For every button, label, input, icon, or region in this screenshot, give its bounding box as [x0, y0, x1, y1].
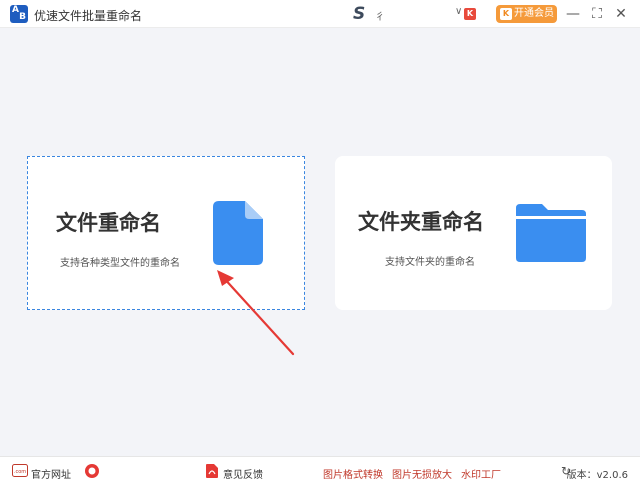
user-name: 彳 — [375, 12, 385, 23]
folder-icon — [516, 204, 586, 262]
feedback-link[interactable]: 意见反馈 — [223, 466, 263, 481]
image-lossless-upscale-link[interactable]: 图片无损放大 — [392, 466, 452, 481]
file-icon — [213, 201, 263, 265]
member-badge-icon: K — [464, 8, 476, 20]
folder-rename-card[interactable]: 文件夹重命名 支持文件夹的重命名 — [335, 156, 612, 310]
chevron-down-icon[interactable]: ∨ — [455, 6, 462, 17]
website-icon: .com — [12, 464, 28, 477]
customer-service-icon[interactable] — [84, 463, 100, 479]
folder-rename-subtitle: 支持文件夹的重命名 — [385, 257, 475, 268]
file-rename-title: 文件重命名 — [56, 211, 161, 235]
pdf-feedback-icon — [206, 464, 218, 478]
vip-crown-icon: K — [500, 8, 512, 20]
app-logo-letter-b: B — [19, 12, 26, 22]
app-logo-icon: A B — [10, 5, 28, 23]
open-vip-button[interactable]: K 开通会员 — [496, 5, 557, 23]
watermark-factory-link[interactable]: 水印工厂 — [461, 466, 501, 481]
red-arrow-annotation — [217, 270, 295, 356]
title-bar: A B 优速文件批量重命名 S 彳 ∨ K K 开通会员 — ⛶ ✕ — [0, 0, 640, 28]
file-rename-subtitle: 支持各种类型文件的重命名 — [60, 258, 180, 269]
app-logo-letter-a: A — [12, 5, 19, 15]
minimize-button[interactable]: — — [563, 4, 583, 24]
maximize-button[interactable]: ⛶ — [587, 4, 607, 24]
vip-button-label: 开通会员 — [514, 8, 554, 19]
official-site-link[interactable]: 官方网址 — [31, 466, 71, 481]
close-button[interactable]: ✕ — [611, 4, 631, 24]
version-label: 版本：v2.0.6 — [566, 470, 628, 481]
user-s-icon: S — [353, 4, 366, 24]
footer-bar: .com 官方网址 意见反馈 图片格式转换 图片无损放大 水印工厂 ↻ 版本：v… — [0, 456, 640, 486]
image-format-convert-link[interactable]: 图片格式转换 — [323, 466, 383, 481]
app-title: 优速文件批量重命名 — [34, 9, 143, 23]
folder-rename-title: 文件夹重命名 — [358, 210, 484, 234]
svg-text:.com: .com — [14, 469, 26, 475]
